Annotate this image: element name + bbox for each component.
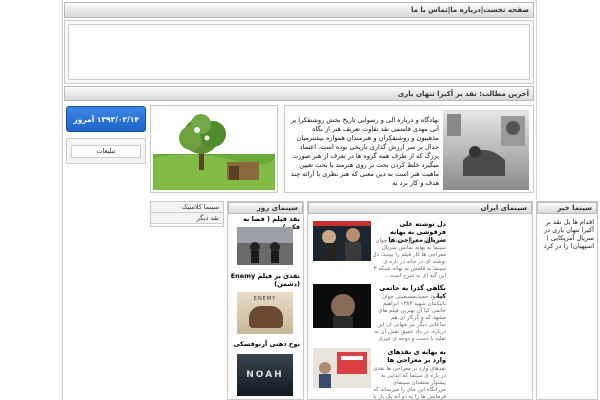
iran-item-2-thumb[interactable] — [313, 284, 371, 328]
day-item-3-thumb[interactable]: NOAH — [237, 354, 293, 396]
iran-item-2-body: مسعود حمیدیمسبعینی جوان بانیکنیان شهید ۱… — [374, 294, 446, 342]
news-column-link[interactable]: اقدام ها یل نقد بر آکیرا تنهان یاری در س… — [537, 214, 597, 254]
feature-text: نهادگاه و درباره الی و رسوایی تاریخ بخش … — [290, 116, 439, 187]
iran-item-3-thumb[interactable] — [313, 348, 371, 388]
page-frame-right — [536, 0, 537, 200]
ads-box: تبلیغات — [66, 138, 146, 164]
banner-area — [64, 20, 534, 84]
page-frame-left — [62, 0, 63, 400]
iran-item-3-body: نقدهای وارد بر معراجی ها نقدی در باره ی … — [373, 366, 446, 400]
iran-item-3-title[interactable]: به بهانه ی نقدهای وارد بر معراجی ها — [372, 348, 446, 364]
feature-photo[interactable] — [443, 110, 529, 190]
cinema-day-header: سینمای روز — [228, 202, 303, 214]
latest-posts-bar: آخرین مطالب: نقد بر آکیرا تنهان یاری — [64, 86, 534, 101]
day-item-3-title[interactable]: نوح ذهنی آرنوفسکی — [230, 340, 300, 348]
menu-item-other-review[interactable]: نقد دیگر — [151, 213, 223, 224]
banner-inner — [68, 24, 530, 80]
iran-item-1-thumb[interactable] — [313, 221, 371, 261]
cinema-news-header: سینما خبر — [537, 202, 597, 214]
date-box: ۱۳۹۳/۰۲/۱۴ آمروز — [66, 106, 146, 132]
menu-item-classic[interactable]: سینما کلاسیک — [151, 202, 223, 213]
ads-label: تبلیغات — [71, 145, 141, 158]
top-nav-links[interactable]: صفحه نخست|درباره ما|تماس با ما — [65, 3, 533, 18]
feature-article: نهادگاه و درباره الی و رسوایی تاریخ بخش … — [284, 105, 534, 193]
side-menu: سینما کلاسیک نقد دیگر — [150, 201, 224, 227]
iran-item-1-body: علی فرقوشی از منتقدان جوان سینما به بهان… — [372, 238, 446, 279]
landscape-image[interactable] — [153, 108, 275, 190]
news-column: سینما خبر اقدام ها یل نقد بر آکیرا تنهان… — [536, 201, 598, 400]
day-item-2-title[interactable]: نقدی بر فیلم Enemy (دشمن) — [230, 272, 300, 288]
enemy-poster-text: ENEMY — [253, 296, 277, 302]
feature-image-frame — [150, 105, 278, 193]
top-nav-bar: صفحه نخست|درباره ما|تماس با ما — [64, 2, 534, 18]
cinema-iran-header: سینمای ایران — [308, 202, 532, 214]
day-item-2-thumb[interactable]: ENEMY — [237, 292, 293, 334]
noah-poster-text: NOAH — [246, 370, 284, 380]
day-item-1-thumb[interactable] — [237, 227, 293, 265]
latest-posts-text[interactable]: آخرین مطالب: نقد بر آکیرا تنهان یاری — [65, 87, 533, 101]
enemy-poster-figure — [249, 306, 283, 328]
